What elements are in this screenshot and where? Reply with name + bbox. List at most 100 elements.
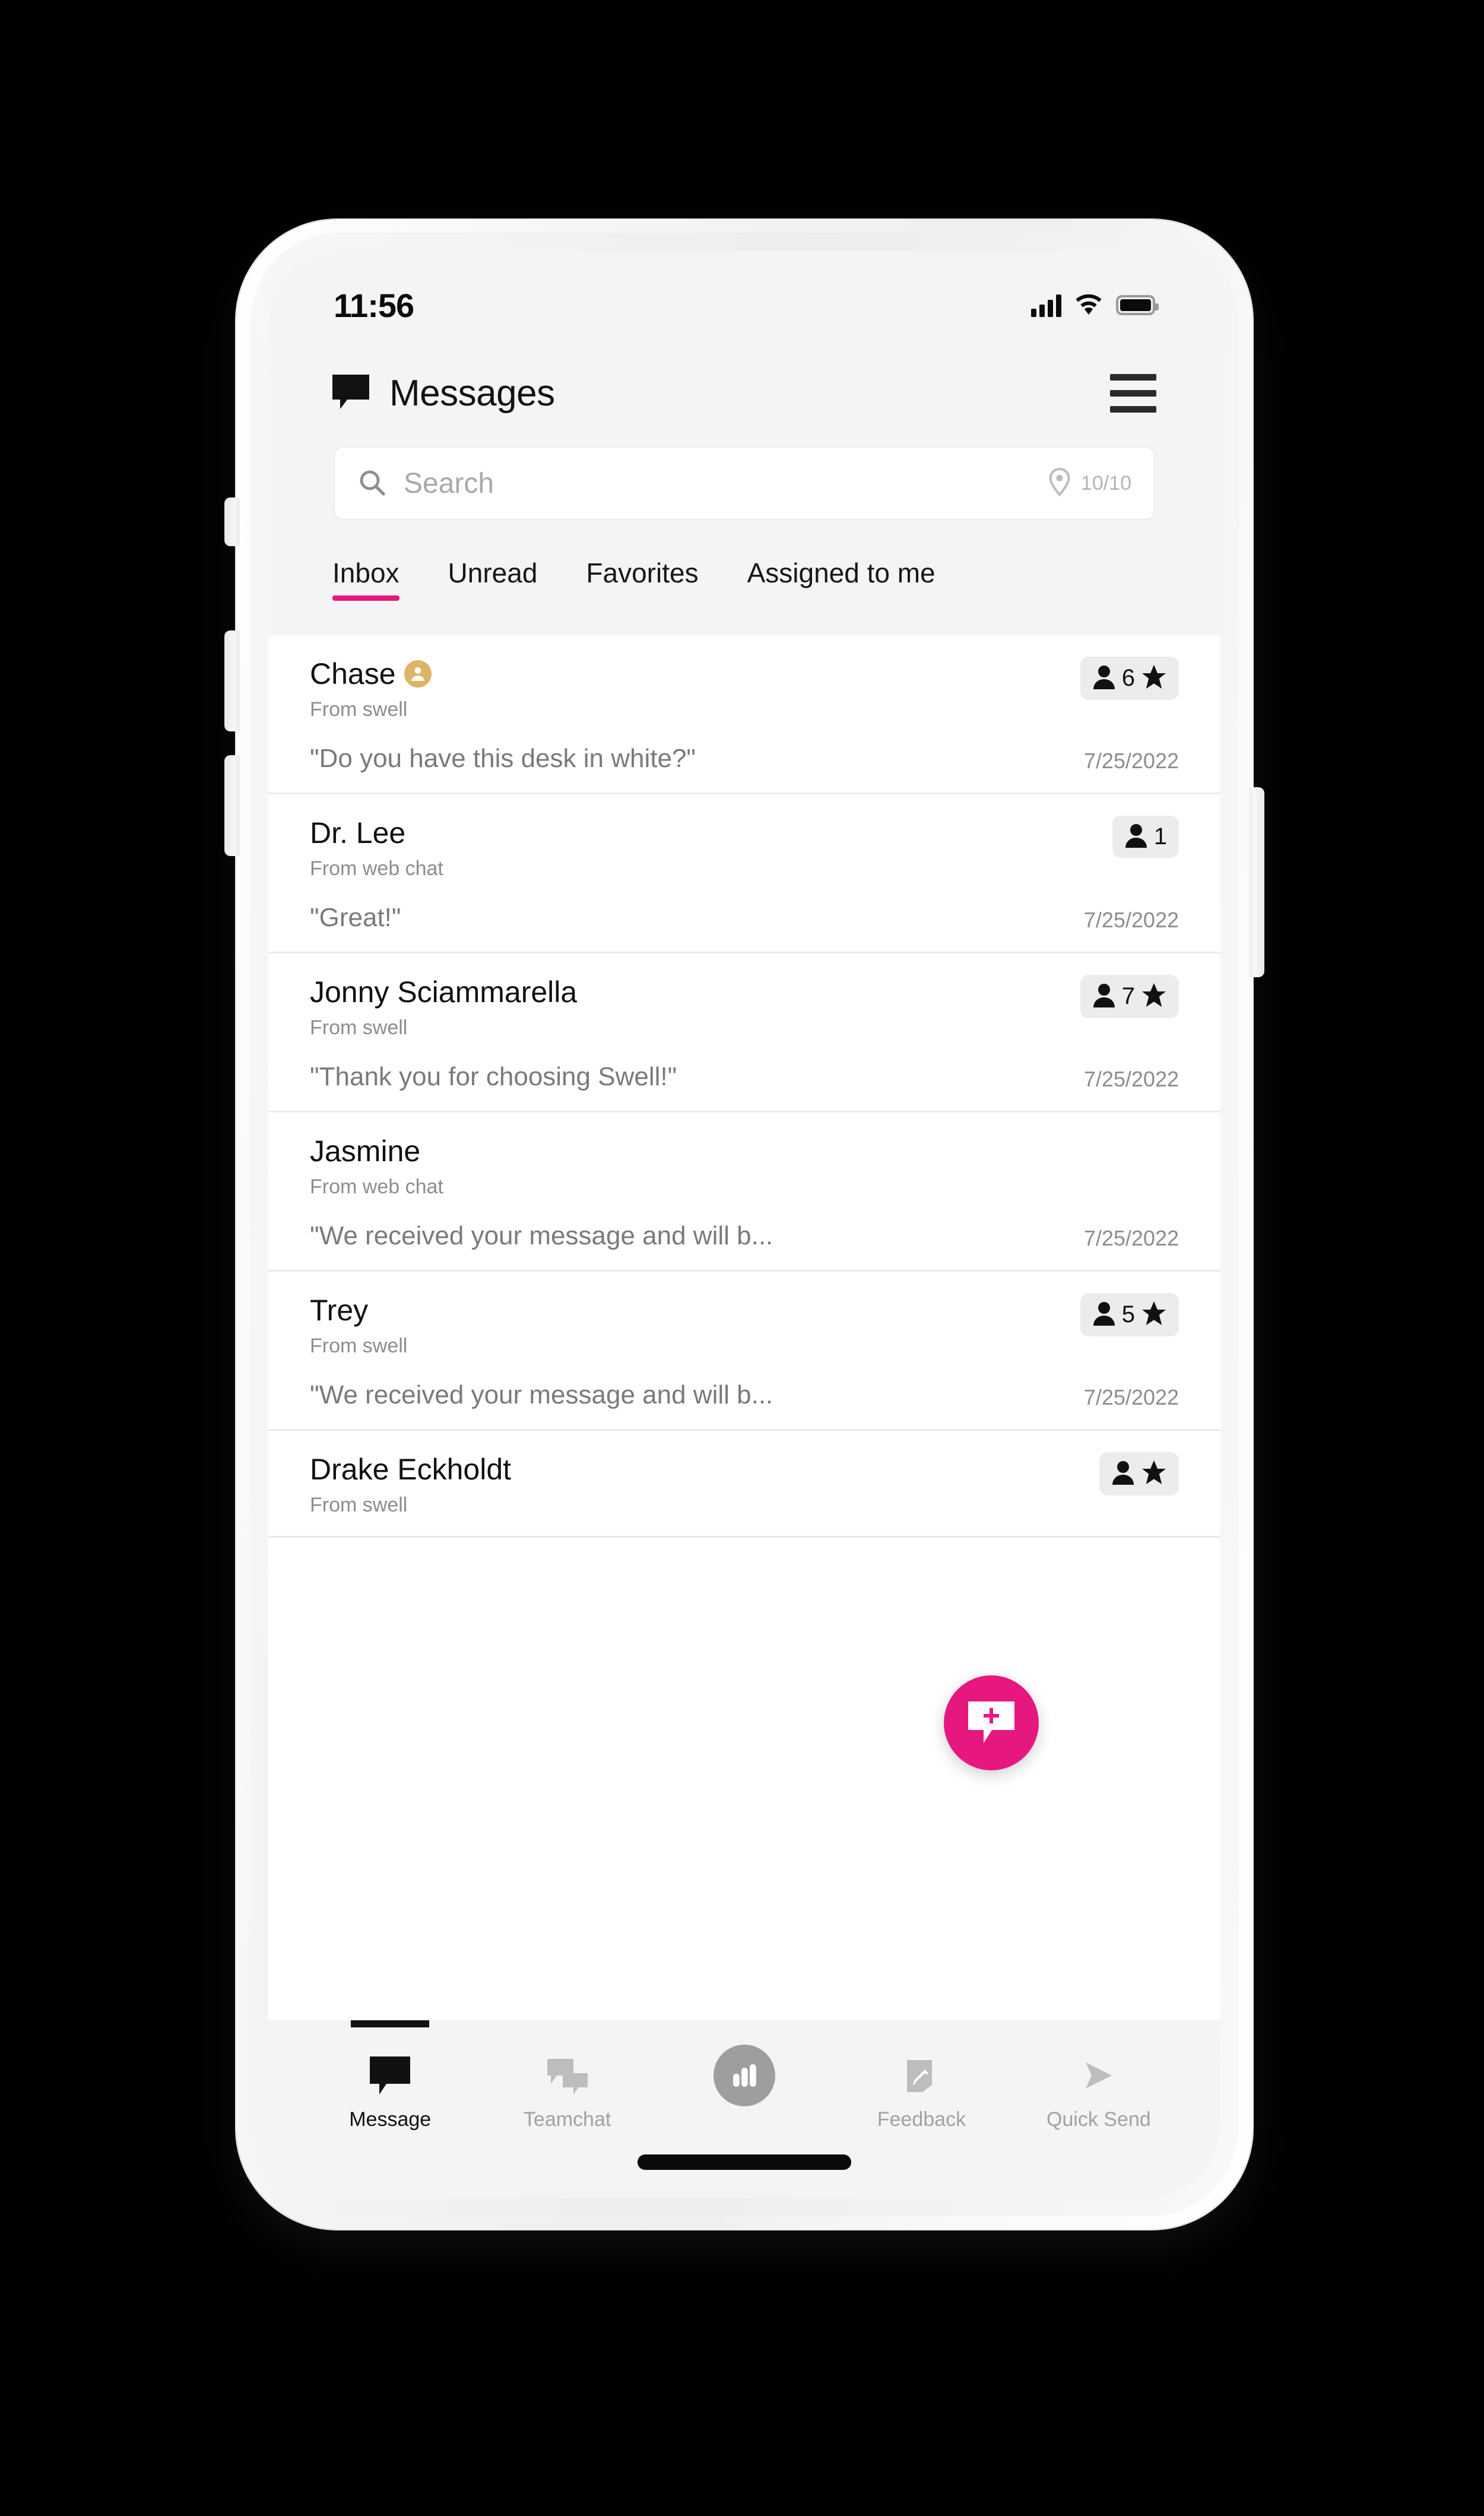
- status-time: 11:56: [334, 286, 414, 324]
- nav-item-message[interactable]: Message: [302, 2020, 478, 2131]
- location-filter[interactable]: 10/10: [1047, 467, 1131, 500]
- participant-icon: [1111, 1460, 1135, 1488]
- message-list-item[interactable]: Dr. Lee From web chat 1 "Great!" 7/25/2022: [268, 794, 1220, 953]
- message-sender-name-wrap: Dr. Lee: [310, 816, 443, 850]
- nav-item-message-label: Message: [349, 2108, 432, 2131]
- favorite-star-icon[interactable]: [1141, 1459, 1167, 1488]
- message-sender-name: Jonny Sciammarella: [310, 975, 578, 1009]
- message-source: From swell: [310, 698, 408, 721]
- message-sender-block: Jonny Sciammarella From swell: [310, 975, 577, 1040]
- message-list-item[interactable]: Chase From swell 6 "Do you have this desk i…: [268, 635, 1220, 794]
- location-count-label: 10/10: [1080, 471, 1131, 495]
- volume-up-button[interactable]: [224, 630, 240, 731]
- message-preview: "We received your message and will b...: [310, 1221, 773, 1250]
- favorite-star-icon[interactable]: [1141, 664, 1167, 693]
- participant-count: 5: [1121, 1301, 1135, 1327]
- participant-count: 7: [1121, 983, 1135, 1009]
- participant-icon: [1092, 664, 1116, 692]
- screenshot-stage: 11:56 Messages Search 10/10 Inbox Unread…: [0, 0, 1484, 2516]
- tab-inbox-label: Inbox: [332, 557, 399, 588]
- app-header: Messages: [268, 340, 1220, 446]
- status-bar: 11:56: [268, 251, 1220, 340]
- message-list[interactable]: Chase From swell 6 "Do you have this desk i…: [268, 635, 1220, 2198]
- message-footer: "Great!" 7/25/2022: [310, 903, 1179, 933]
- tab-favorites-label: Favorites: [586, 557, 699, 588]
- bottom-navigation: Message Teamchat Feedback Quick Send: [268, 2020, 1220, 2198]
- message-source: From swell: [310, 1494, 408, 1516]
- message-footer: "We received your message and will b... 7…: [310, 1380, 1179, 1410]
- tab-assigned-to-me[interactable]: Assigned to me: [747, 557, 936, 601]
- tab-assigned-to-me-label: Assigned to me: [747, 557, 936, 588]
- message-date: 7/25/2022: [1083, 1067, 1179, 1091]
- message-preview: "We received your message and will b...: [310, 1380, 773, 1409]
- message-date: 7/25/2022: [1083, 749, 1179, 773]
- wifi-icon: [1074, 293, 1103, 318]
- participant-count: 1: [1153, 823, 1167, 850]
- conversation-meta-badge[interactable]: [1099, 1452, 1179, 1495]
- nav-item-feedback-label: Feedback: [877, 2108, 966, 2131]
- message-source: From swell: [310, 1016, 408, 1039]
- nav-item-quick-send-label: Quick Send: [1046, 2108, 1151, 2131]
- message-sender-block: Trey From swell: [310, 1293, 407, 1358]
- conversation-meta-badge[interactable]: 6: [1080, 657, 1179, 700]
- tab-unread-label: Unread: [448, 557, 538, 588]
- volume-down-button[interactable]: [224, 755, 240, 856]
- conversation-meta-badge[interactable]: 7: [1080, 975, 1179, 1018]
- message-list-item[interactable]: Jonny Sciammarella From swell 7 "Thank you …: [268, 953, 1220, 1113]
- silence-switch-button[interactable]: [224, 498, 240, 546]
- message-source: From web chat: [310, 857, 443, 880]
- message-sender-name: Jasmine: [310, 1135, 421, 1168]
- message-list-item[interactable]: Jasmine From web chat "We received your me…: [268, 1113, 1220, 1272]
- search-icon: [357, 468, 386, 499]
- tab-unread[interactable]: Unread: [448, 557, 538, 601]
- chat-bubble-icon: [332, 374, 369, 412]
- filter-tabs: Inbox Unread Favorites Assigned to me: [268, 541, 1220, 636]
- participant-icon: [1092, 1301, 1116, 1329]
- nav-item-analytics[interactable]: [656, 2020, 833, 2108]
- participant-count: 6: [1121, 665, 1135, 691]
- message-date: 7/25/2022: [1083, 1385, 1179, 1409]
- teamchat-bubbles-icon: [547, 2052, 588, 2099]
- favorite-star-icon[interactable]: [1141, 1300, 1167, 1329]
- tab-active-underline: [332, 595, 399, 601]
- message-header: Jasmine From web chat: [310, 1134, 1179, 1199]
- send-arrow-icon: [1079, 2052, 1119, 2099]
- message-sender-name: Trey: [310, 1294, 369, 1327]
- message-header: Chase From swell 6: [310, 657, 1179, 721]
- message-header: Dr. Lee From web chat 1: [310, 816, 1179, 880]
- message-footer: "We received your message and will b... 7…: [310, 1221, 1179, 1251]
- favorite-star-icon[interactable]: [1141, 982, 1167, 1011]
- message-list-item[interactable]: Drake Eckholdt From swell: [268, 1431, 1220, 1538]
- tab-favorites[interactable]: Favorites: [586, 557, 698, 601]
- nav-item-teamchat-label: Teamchat: [523, 2108, 611, 2131]
- conversation-meta-badge[interactable]: 1: [1112, 816, 1179, 858]
- message-sender-block: Dr. Lee From web chat: [310, 816, 443, 880]
- avatar: [404, 660, 432, 687]
- compose-message-fab[interactable]: [944, 1675, 1039, 1770]
- message-sender-name-wrap: Chase: [310, 657, 432, 691]
- search-placeholder: Search: [404, 467, 494, 499]
- message-source: From web chat: [310, 1175, 443, 1198]
- phone-screen: 11:56 Messages Search 10/10 Inbox Unread…: [268, 251, 1220, 2198]
- participant-icon: [1092, 983, 1116, 1010]
- conversation-meta-badge[interactable]: 5: [1080, 1293, 1179, 1336]
- message-sender-name-wrap: Drake Eckholdt: [310, 1452, 511, 1487]
- compose-message-icon: [968, 1701, 1014, 1743]
- message-list-item[interactable]: Trey From swell 5 "We received your message…: [268, 1272, 1220, 1431]
- nav-item-quick-send[interactable]: Quick Send: [1010, 2020, 1187, 2131]
- message-preview: "Thank you for choosing Swell!": [310, 1062, 677, 1091]
- message-sender-block: Jasmine From web chat: [310, 1134, 443, 1199]
- nav-item-feedback[interactable]: Feedback: [833, 2020, 1010, 2131]
- message-date: 7/25/2022: [1083, 1226, 1179, 1250]
- page-title: Messages: [389, 372, 555, 414]
- power-button[interactable]: [1249, 787, 1264, 977]
- hamburger-menu-icon[interactable]: [1110, 373, 1156, 413]
- battery-icon: [1116, 295, 1159, 315]
- tab-inbox[interactable]: Inbox: [332, 557, 399, 601]
- message-preview: "Do you have this desk in white?": [310, 744, 696, 773]
- nav-item-teamchat[interactable]: Teamchat: [478, 2020, 655, 2131]
- message-sender-block: Drake Eckholdt From swell: [310, 1452, 511, 1517]
- analytics-bars-icon: [714, 2045, 776, 2106]
- cellular-signal-icon: [1031, 293, 1061, 317]
- search-input[interactable]: Search 10/10: [334, 446, 1155, 520]
